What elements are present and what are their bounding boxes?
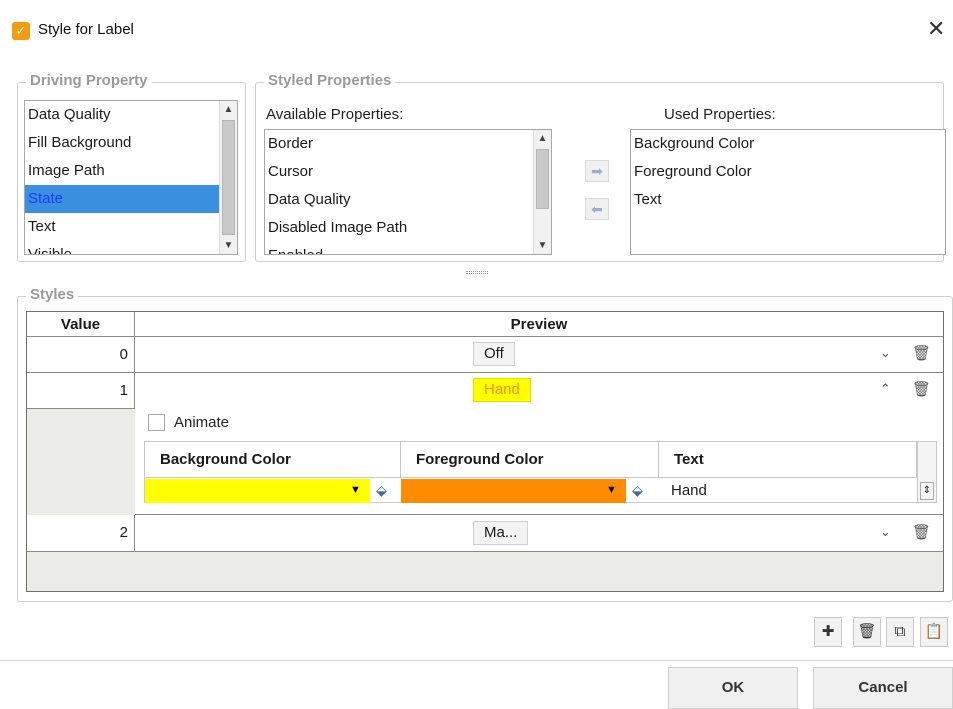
dropdown-arrow-icon[interactable]: ▼ [350, 484, 361, 496]
preview-chip: Off [473, 342, 515, 366]
scrollbar[interactable]: ▲ ▼ [219, 101, 237, 254]
style-values-table: Background Color Foreground Color Text ⇕… [144, 441, 937, 503]
available-properties-list[interactable]: Border Cursor Data Quality Disabled Imag… [264, 129, 552, 255]
trash-icon[interactable]: 🗑 [912, 344, 931, 362]
table-row[interactable]: 0 Off ⌄ 🗑 [27, 337, 943, 373]
list-item[interactable]: Text [631, 186, 945, 214]
scroll-up-icon[interactable]: ▲ [220, 101, 237, 118]
scroll-thumb[interactable] [536, 149, 549, 209]
list-item[interactable]: Image Path [25, 157, 237, 185]
preview-chip-hand: Hand [473, 378, 531, 402]
paint-bucket-icon[interactable]: ⬙ [632, 482, 643, 499]
spinner-icon[interactable]: ⇕ [920, 482, 934, 500]
window-title: Style for Label [38, 21, 134, 38]
paste-style-button[interactable]: 📋 [920, 617, 948, 647]
add-style-button[interactable]: ✚ [814, 617, 842, 647]
dropdown-arrow-icon[interactable]: ▼ [606, 484, 617, 496]
scrollbar[interactable]: ▲ ▼ [533, 130, 551, 254]
chevron-down-icon[interactable]: ⌄ [880, 345, 891, 361]
style-detail-panel: Animate Background Color Foreground Colo… [135, 409, 943, 515]
used-properties-label: Used Properties: [664, 106, 776, 123]
close-icon[interactable]: ✕ [927, 16, 945, 42]
trash-icon[interactable]: 🗑 [912, 523, 931, 541]
scroll-down-icon[interactable]: ▼ [220, 237, 237, 254]
column-header-text[interactable]: Text [659, 442, 917, 478]
list-item[interactable]: Data Quality [265, 186, 551, 214]
list-item[interactable]: Fill Background [25, 129, 237, 157]
text-value-field[interactable]: Hand [671, 482, 707, 499]
copy-style-button[interactable]: ⧉ [886, 617, 914, 647]
app-icon: ✓ [12, 22, 30, 40]
animate-label: Animate [174, 414, 230, 431]
row-preview: Off ⌄ 🗑 [135, 337, 943, 372]
column-header-value[interactable]: Value [27, 312, 135, 337]
scroll-thumb[interactable] [222, 120, 235, 235]
delete-style-button[interactable]: 🗑 [853, 617, 881, 647]
row-value: 1 [27, 373, 135, 409]
table-row[interactable]: 2 Ma... ⌄ 🗑 [27, 515, 943, 552]
inner-scrollbar[interactable]: ⇕ [917, 442, 936, 502]
table-row-expanded[interactable]: 1 Hand ⌃ 🗑 [27, 373, 943, 409]
title-bar: ✓ Style for Label ✕ [0, 0, 953, 60]
driving-property-group: Driving Property Data Quality Fill Backg… [17, 72, 246, 262]
row-preview: Ma... ⌄ 🗑 [135, 515, 943, 551]
styles-table: Value Preview 0 Off ⌄ 🗑 1 Hand ⌃ 🗑 Anima… [26, 311, 944, 592]
row-value: 2 [27, 515, 135, 551]
available-properties-label: Available Properties: [266, 106, 404, 123]
column-header-preview[interactable]: Preview [135, 312, 943, 337]
list-item[interactable]: Disabled Image Path [265, 214, 551, 242]
styles-legend: Styles [26, 286, 79, 303]
used-properties-list[interactable]: Background Color Foreground Color Text [630, 129, 946, 255]
driving-property-list[interactable]: Data Quality Fill Background Image Path … [24, 100, 238, 255]
chevron-down-icon[interactable]: ⌄ [880, 524, 891, 540]
preview-chip: Ma... [473, 521, 529, 545]
list-item[interactable]: Border [265, 130, 551, 158]
list-item[interactable]: Background Color [631, 130, 945, 158]
ok-button[interactable]: OK [668, 667, 798, 709]
row-preview: Hand ⌃ 🗑 [135, 373, 943, 409]
column-header-foreground-color[interactable]: Foreground Color [401, 442, 659, 478]
background-color-picker[interactable]: ▼ [145, 479, 370, 503]
list-item-selected[interactable]: State [25, 185, 237, 213]
chevron-up-icon[interactable]: ⌃ [880, 381, 891, 397]
cancel-button[interactable]: Cancel [813, 667, 953, 709]
animate-checkbox[interactable] [148, 414, 165, 431]
move-right-button[interactable]: ➡ [585, 160, 609, 182]
list-item[interactable]: Text [25, 213, 237, 241]
list-item[interactable]: Foreground Color [631, 158, 945, 186]
list-item[interactable]: Enabled [265, 242, 551, 254]
styled-properties-legend: Styled Properties [264, 72, 396, 89]
scroll-down-icon[interactable]: ▼ [534, 237, 551, 254]
list-item[interactable]: Cursor [265, 158, 551, 186]
row-value: 0 [27, 337, 135, 372]
foreground-color-picker[interactable]: ▼ [401, 479, 626, 503]
footer-divider [0, 660, 953, 661]
driving-property-legend: Driving Property [26, 72, 152, 89]
column-header-background-color[interactable]: Background Color [145, 442, 401, 478]
list-item[interactable]: Data Quality [25, 101, 237, 129]
splitter-grip[interactable] [466, 271, 488, 274]
move-left-button[interactable]: ⬅ [585, 198, 609, 220]
styled-properties-group: Styled Properties Available Properties: … [255, 72, 946, 262]
paint-bucket-icon[interactable]: ⬙ [376, 482, 387, 499]
list-item[interactable]: Visible [25, 241, 237, 254]
scroll-up-icon[interactable]: ▲ [534, 130, 551, 147]
trash-icon[interactable]: 🗑 [912, 380, 931, 398]
